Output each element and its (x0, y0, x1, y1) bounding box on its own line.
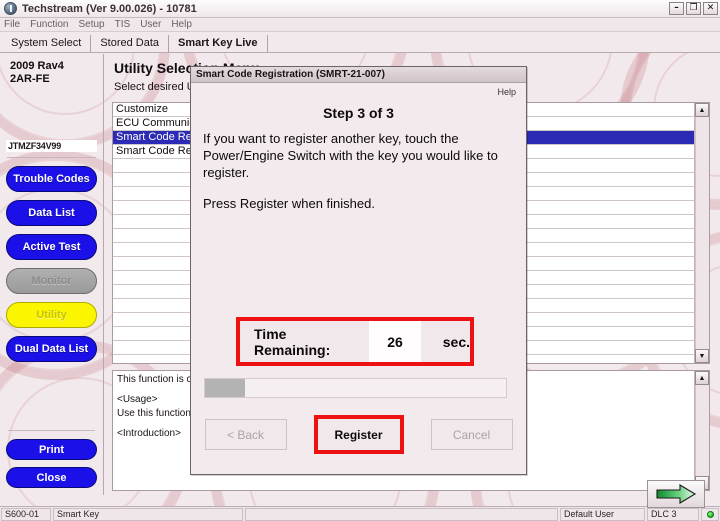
scrollbar-track[interactable] (695, 117, 709, 349)
menu-item-setup[interactable]: Setup (78, 19, 104, 30)
progress-bar-fill (205, 379, 245, 397)
connection-status-indicator (701, 507, 719, 521)
vehicle-engine: 2AR-FE (10, 73, 50, 85)
status-user: Default User (560, 507, 645, 521)
dialog-title: Smart Code Registration (SMRT-21-007) (191, 67, 526, 83)
restore-button[interactable]: ❐ (686, 2, 701, 15)
next-arrow-button[interactable] (647, 480, 705, 508)
dialog-instruction-2: Press Register when finished. (203, 196, 375, 211)
close-button[interactable]: ✕ (703, 2, 718, 15)
dialog-button-row: < Back Register Cancel (191, 415, 526, 454)
scroll-up-icon[interactable]: ▲ (695, 103, 709, 117)
scroll-down-icon[interactable]: ▼ (695, 349, 709, 363)
sidebar-button-active-test[interactable]: Active Test (6, 234, 97, 260)
menu-item-help[interactable]: Help (171, 19, 192, 30)
register-button-highlight: Register (313, 415, 404, 454)
sidebar: 2009 Rav4 2AR-FE JTMZF34V99 Trouble Code… (0, 54, 104, 495)
tab-smart-key-live[interactable]: Smart Key Live (169, 35, 268, 52)
window-titlebar: Techstream (Ver 9.00.026) - 10781 – ❐ ✕ (0, 0, 720, 18)
status-code: S600-01 (1, 507, 51, 521)
techstream-window: Techstream (Ver 9.00.026) - 10781 – ❐ ✕ … (0, 0, 720, 521)
vehicle-model: 2009 Rav4 (10, 60, 64, 72)
time-remaining-value: 26 (369, 321, 421, 362)
sidebar-button-data-list[interactable]: Data List (6, 200, 97, 226)
time-remaining-highlight: Time Remaining: 26 sec. (236, 317, 474, 366)
cancel-button: Cancel (430, 419, 513, 450)
smart-code-registration-dialog: Smart Code Registration (SMRT-21-007) He… (190, 66, 527, 475)
time-remaining-box: Time Remaining: 26 sec. (240, 321, 470, 362)
vin-field-wrap: JTMZF34V99 (6, 140, 97, 158)
menu-item-file[interactable]: File (4, 19, 20, 30)
status-message (245, 507, 558, 521)
dialog-help-link[interactable]: Help (191, 83, 526, 97)
techstream-logo-icon (4, 2, 17, 15)
menu-item-user[interactable]: User (140, 19, 161, 30)
dialog-instruction-1: If you want to register another key, tou… (203, 131, 498, 180)
menubar: File Function Setup TIS User Help (0, 18, 720, 32)
dialog-step-label: Step 3 of 3 (323, 105, 394, 121)
info-panel-scrollbar[interactable]: ▲ ▼ (694, 371, 709, 490)
utility-list-scrollbar[interactable]: ▲ ▼ (694, 103, 709, 363)
sidebar-divider-bottom (8, 430, 95, 431)
sidebar-divider-top (7, 157, 96, 158)
scrollbar-track[interactable] (695, 385, 709, 476)
sidebar-button-dual-data-list[interactable]: Dual Data List (6, 336, 97, 362)
register-button[interactable]: Register (317, 419, 400, 450)
tab-stored-data[interactable]: Stored Data (91, 35, 170, 52)
tab-system-select[interactable]: System Select (2, 35, 92, 52)
window-controls: – ❐ ✕ (669, 2, 718, 15)
statusbar: S600-01 Smart Key Default User DLC 3 (0, 506, 720, 521)
status-dlc: DLC 3 (647, 507, 699, 521)
close-button-sidebar[interactable]: Close (6, 467, 97, 488)
green-dot-icon (706, 510, 714, 518)
right-arrow-icon (656, 484, 697, 504)
sidebar-button-utility[interactable]: Utility (6, 302, 97, 328)
menu-item-function[interactable]: Function (30, 19, 68, 30)
sidebar-button-trouble-codes[interactable]: Trouble Codes (6, 166, 97, 192)
back-button: < Back (204, 419, 287, 450)
vin-field[interactable]: JTMZF34V99 (6, 140, 97, 152)
scroll-up-icon[interactable]: ▲ (695, 371, 709, 385)
window-title: Techstream (Ver 9.00.026) - 10781 (22, 2, 197, 15)
print-button[interactable]: Print (6, 439, 97, 460)
progress-bar (204, 378, 507, 398)
sidebar-button-monitor: Monitor (6, 268, 97, 294)
time-remaining-unit: sec. (442, 333, 470, 350)
status-system: Smart Key (53, 507, 243, 521)
time-remaining-label: Time Remaining: (254, 325, 331, 358)
tabstrip: System Select Stored Data Smart Key Live (0, 32, 720, 53)
menu-item-tis[interactable]: TIS (115, 19, 131, 30)
minimize-button[interactable]: – (669, 2, 684, 15)
